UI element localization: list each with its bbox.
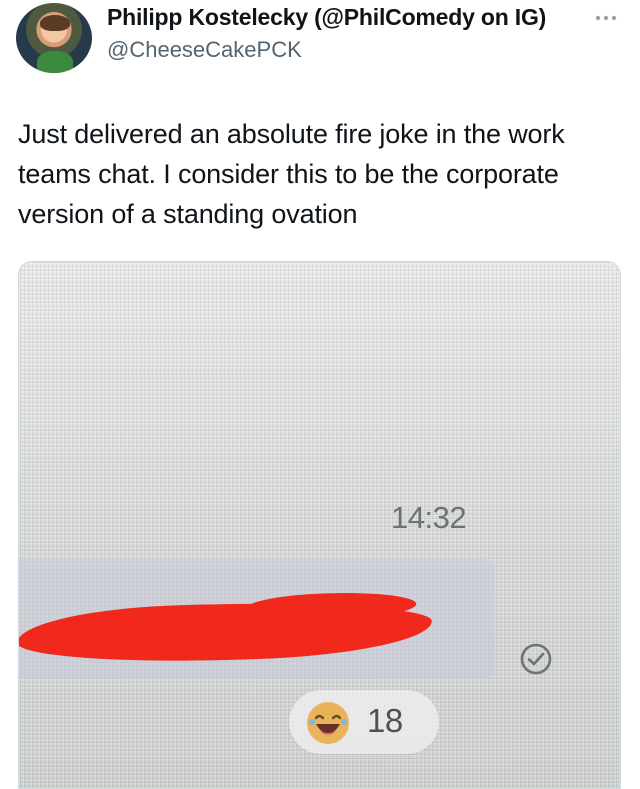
tweet-text: Just delivered an absolute fire joke in …: [18, 119, 565, 229]
laughing-emoji-icon: [307, 702, 349, 744]
more-horizontal-icon: [595, 15, 617, 21]
check-circle-icon: [520, 643, 552, 675]
reaction-badge[interactable]: 18: [289, 690, 439, 754]
more-options-button[interactable]: [592, 8, 620, 28]
author-display-name[interactable]: Philipp Kostelecky (@PhilComedy on IG): [107, 4, 546, 31]
avatar[interactable]: [16, 3, 92, 73]
tweet-photo[interactable]: 14:32 18: [18, 261, 621, 789]
reaction-count: 18: [367, 702, 403, 739]
tweet-header: Philipp Kostelecky (@PhilComedy on IG) @…: [0, 0, 640, 80]
author-handle[interactable]: @CheeseCakePCK: [107, 37, 302, 63]
message-timestamp: 14:32: [391, 500, 467, 535]
